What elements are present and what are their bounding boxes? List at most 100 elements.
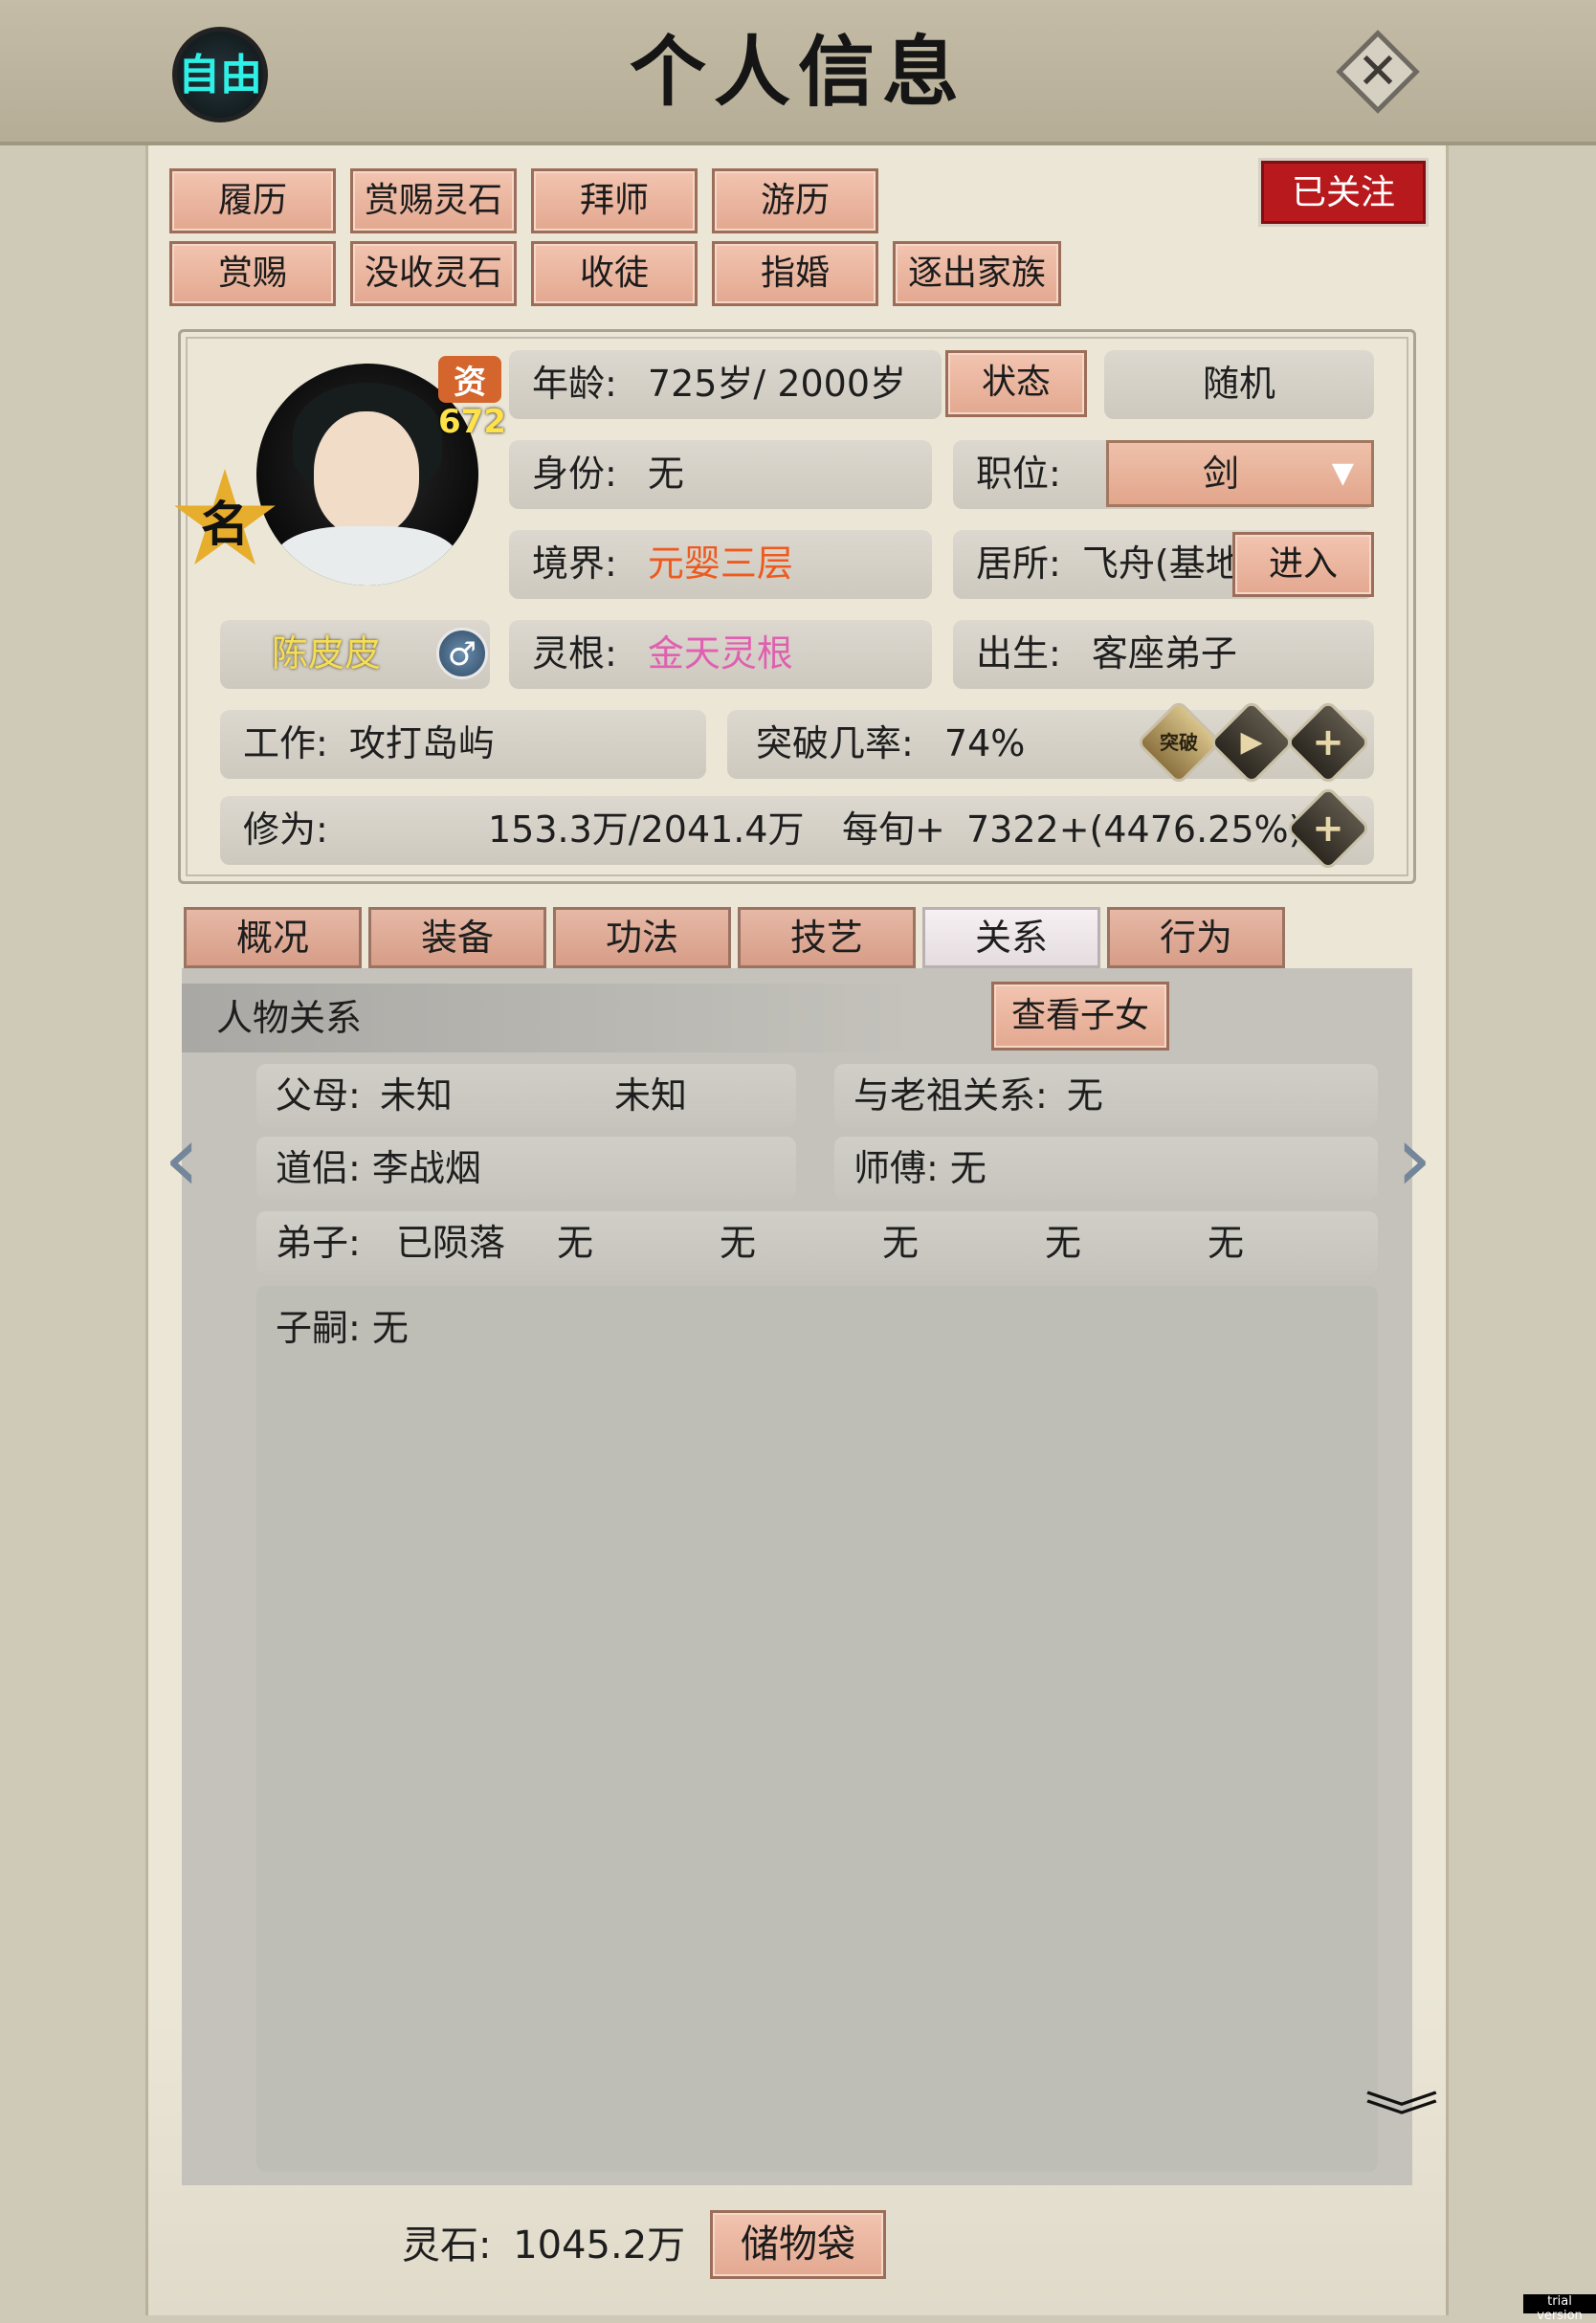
- realm-field: 境界: 元婴三层: [509, 530, 932, 599]
- disciple-slot[interactable]: 无: [1208, 1211, 1244, 1274]
- partner-field: 道侣: 李战烟: [256, 1137, 796, 1200]
- add-cultivation-button[interactable]: +: [1284, 785, 1372, 873]
- breakthrough-value: 74%: [943, 722, 1026, 764]
- ancestor-label: 与老祖关系:: [853, 1074, 1048, 1117]
- add-breakthrough-button[interactable]: +: [1284, 698, 1372, 786]
- apprentice-button[interactable]: 拜师: [531, 168, 698, 233]
- work-value: 攻打岛屿: [348, 722, 495, 764]
- parents-field: 父母: 未知 未知: [256, 1064, 796, 1127]
- position-select[interactable]: 剑 ▼: [1106, 440, 1374, 507]
- close-icon: ✕: [1357, 43, 1399, 100]
- recruit-disciple-button[interactable]: 收徒: [531, 241, 698, 306]
- cultivation-value: 153.3万/2041.4万: [488, 808, 805, 851]
- breakthrough-label: 突破几率:: [756, 722, 914, 764]
- close-button[interactable]: ✕: [1335, 29, 1421, 115]
- tab-equipment[interactable]: 装备: [368, 907, 546, 968]
- travel-button[interactable]: 游历: [712, 168, 878, 233]
- next-character-arrow[interactable]: ›: [1385, 1106, 1443, 1211]
- age-label: 年龄:: [532, 363, 617, 405]
- talent-value: 672: [438, 403, 506, 441]
- disciple-slot[interactable]: 无: [720, 1211, 756, 1274]
- spirit-stone-label: 灵石:: [402, 2223, 492, 2268]
- position-label: 职位:: [976, 453, 1061, 495]
- birth-label: 出生:: [976, 632, 1061, 675]
- master-field: 师傅: 无: [834, 1137, 1378, 1200]
- per-turn-label: 每旬+: [842, 808, 945, 851]
- confiscate-stones-button[interactable]: 没收灵石: [350, 241, 517, 306]
- cultivation-field: 修为: 153.3万/2041.4万 每旬+ 7322+(4476.25%): [220, 796, 1374, 865]
- residence-value: 飞舟(基地: [1081, 542, 1242, 585]
- work-label: 工作:: [243, 722, 328, 764]
- birth-field: 出生: 客座弟子: [953, 620, 1374, 689]
- disciple-slot[interactable]: 无: [1045, 1211, 1081, 1274]
- parent-1[interactable]: 未知: [380, 1074, 453, 1117]
- enter-button[interactable]: 进入: [1232, 532, 1374, 597]
- spirit-stone-value: 1045.2万: [513, 2223, 686, 2268]
- reward-stones-button[interactable]: 赏赐灵石: [350, 168, 517, 233]
- identity-value: 无: [647, 453, 684, 495]
- age-field: 年龄: 725岁/ 2000岁: [509, 350, 942, 419]
- ancestor-value: 无: [1066, 1074, 1103, 1117]
- tab-behavior[interactable]: 行为: [1107, 907, 1285, 968]
- work-field: 工作: 攻打岛屿: [220, 710, 706, 779]
- trial-version-label: trial version: [1523, 2294, 1596, 2323]
- portrait-face: [314, 411, 419, 536]
- residence-label: 居所:: [976, 542, 1061, 585]
- breakthrough-icon[interactable]: 突破: [1135, 698, 1223, 786]
- tab-skills[interactable]: 技艺: [738, 907, 916, 968]
- identity-field: 身份: 无: [509, 440, 932, 509]
- talent-badge: 资 672: [438, 356, 506, 471]
- realm-value: 元婴三层: [647, 542, 793, 585]
- spirit-root-label: 灵根:: [532, 632, 617, 675]
- realm-label: 境界:: [532, 542, 617, 585]
- random-button[interactable]: 随机: [1104, 350, 1374, 419]
- status-button[interactable]: 状态: [945, 350, 1087, 417]
- previous-character-arrow[interactable]: ‹: [153, 1106, 211, 1211]
- age-value: 725岁/ 2000岁: [647, 363, 907, 405]
- plus-icon: +: [1312, 720, 1344, 764]
- partner-value[interactable]: 李战烟: [372, 1147, 481, 1189]
- view-children-button[interactable]: 查看子女: [991, 982, 1169, 1051]
- play-button[interactable]: ▶: [1208, 698, 1296, 786]
- birth-value: 客座弟子: [1091, 632, 1237, 675]
- fame-char: 名: [201, 496, 249, 552]
- disciple-slot[interactable]: 已陨落: [396, 1211, 505, 1274]
- relations-header: 人物关系: [182, 984, 1412, 1052]
- resume-button[interactable]: 履历: [169, 168, 336, 233]
- spirit-stone-display: 灵石: 1045.2万: [402, 2212, 718, 2279]
- fame-star-icon: 名: [172, 469, 277, 574]
- disciple-slot[interactable]: 无: [882, 1211, 919, 1274]
- talent-label: 资: [438, 356, 501, 403]
- heirs-label: 子嗣:: [276, 1307, 361, 1349]
- followed-button[interactable]: 已关注: [1261, 161, 1426, 224]
- tab-techniques[interactable]: 功法: [553, 907, 731, 968]
- ancestor-relation-field: 与老祖关系: 无: [834, 1064, 1378, 1127]
- dropdown-arrow-icon: ▼: [1331, 456, 1354, 490]
- position-value: 剑: [1202, 453, 1239, 495]
- disciples-label: 弟子:: [276, 1222, 361, 1264]
- breakthrough-icon-text: 突破: [1160, 731, 1198, 754]
- disciple-slot[interactable]: 无: [557, 1211, 593, 1274]
- reward-button[interactable]: 赏赐: [169, 241, 336, 306]
- plus-icon: +: [1312, 807, 1344, 851]
- identity-label: 身份:: [532, 453, 617, 495]
- disciples-field: 弟子: 已陨落 无 无 无 无 无: [256, 1211, 1378, 1274]
- scroll-down-icon[interactable]: ︾: [1355, 2092, 1449, 2146]
- arrange-marriage-button[interactable]: 指婚: [712, 241, 878, 306]
- page-title: 个人信息: [630, 27, 966, 117]
- portrait-robe: [276, 526, 457, 586]
- spirit-root-value: 金天灵根: [647, 632, 793, 675]
- free-mode-button[interactable]: 自由: [172, 27, 268, 122]
- per-turn-value: 7322+(4476.25%): [966, 808, 1303, 851]
- tab-relations[interactable]: 关系: [922, 907, 1100, 968]
- parent-2[interactable]: 未知: [614, 1064, 687, 1127]
- cultivation-label: 修为:: [243, 808, 328, 851]
- master-label: 师傅:: [853, 1147, 939, 1189]
- tab-overview[interactable]: 概况: [184, 907, 362, 968]
- partner-label: 道侣:: [276, 1147, 361, 1189]
- heirs-text: 子嗣: 无: [276, 1299, 409, 1357]
- parents-label: 父母:: [276, 1074, 361, 1117]
- heirs-value: 无: [371, 1307, 409, 1349]
- storage-bag-button[interactable]: 储物袋: [710, 2210, 886, 2279]
- expel-from-family-button[interactable]: 逐出家族: [893, 241, 1061, 306]
